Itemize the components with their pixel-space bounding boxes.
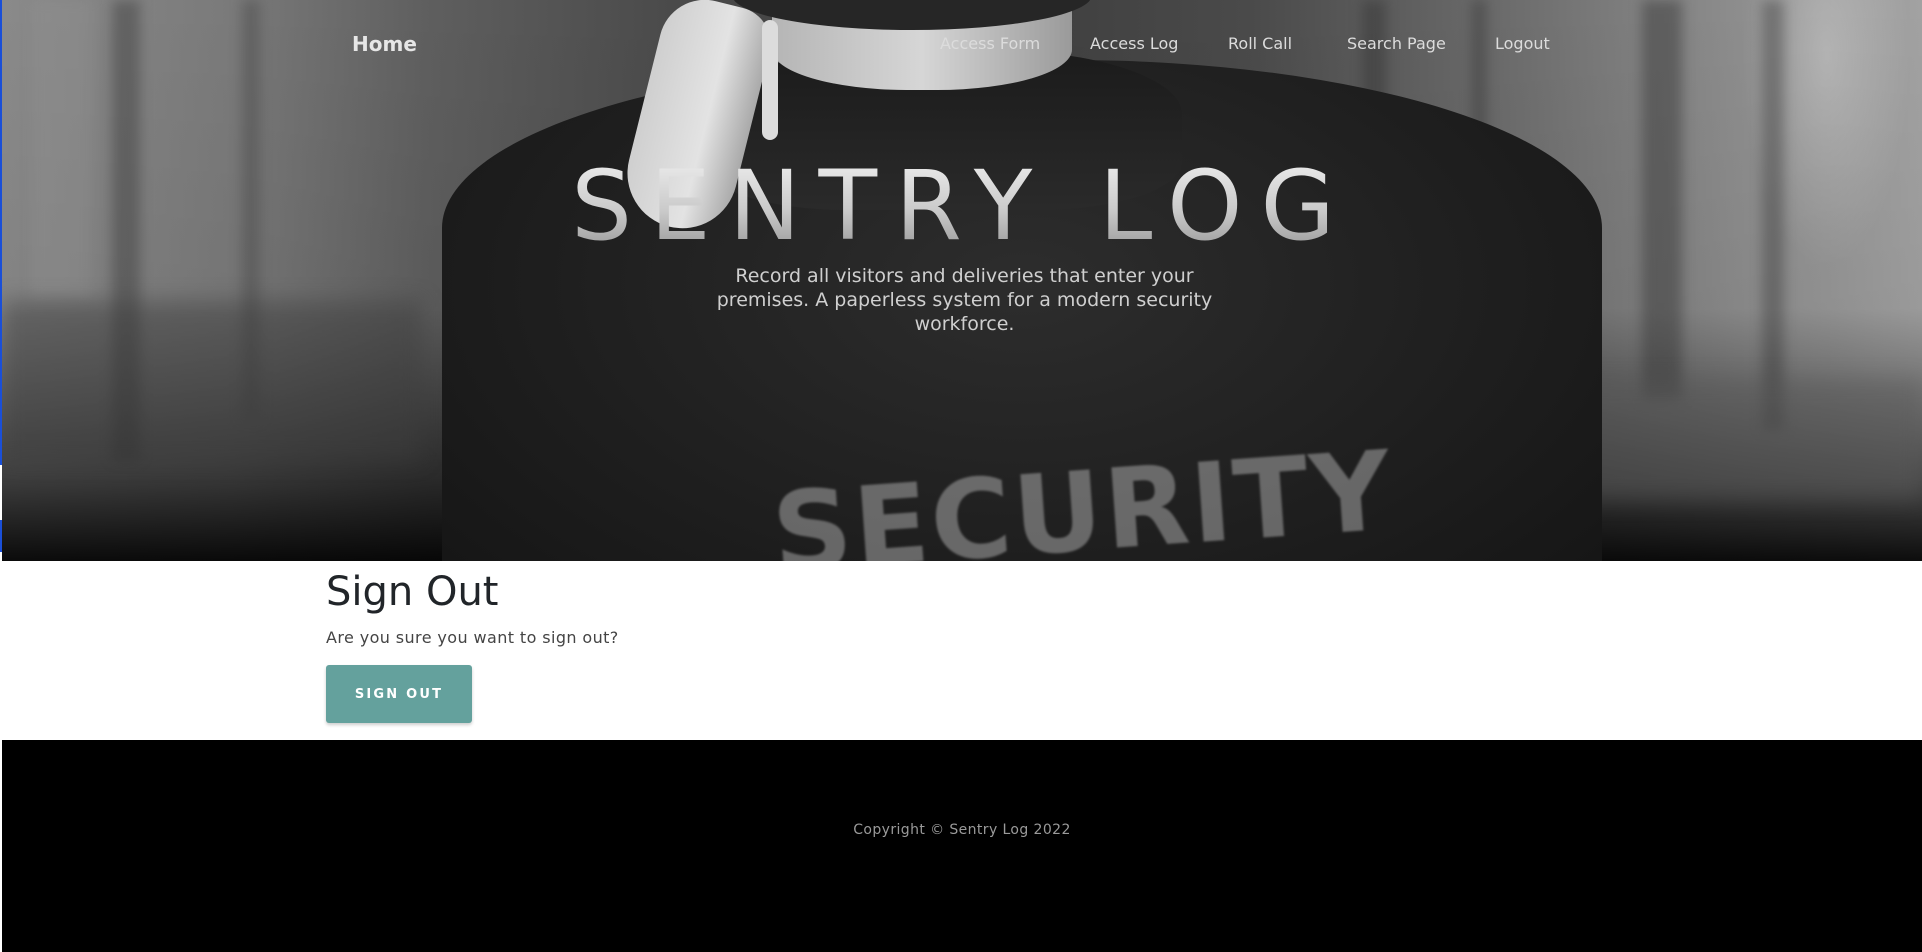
sign-out-prompt: Are you sure you want to sign out? xyxy=(326,628,619,647)
left-edge-strip xyxy=(0,0,2,465)
hero-title: SENTRY LOG xyxy=(2,150,1922,262)
hero-section: SECURITY Home Access Form Access Log Rol… xyxy=(2,0,1922,561)
copyright-text: Copyright © Sentry Log 2022 xyxy=(853,822,1071,838)
sign-out-button[interactable]: SIGN OUT xyxy=(326,665,472,723)
nav-link-access-form[interactable]: Access Form xyxy=(940,34,1040,53)
nav-home-link[interactable]: Home xyxy=(352,32,417,56)
footer: Copyright © Sentry Log 2022 xyxy=(2,740,1922,952)
nav-link-search-page[interactable]: Search Page xyxy=(1347,34,1446,53)
page-title: Sign Out xyxy=(326,569,499,615)
sign-out-section: Sign Out Are you sure you want to sign o… xyxy=(2,561,1922,740)
nav-link-logout[interactable]: Logout xyxy=(1495,34,1550,53)
nav-link-roll-call[interactable]: Roll Call xyxy=(1228,34,1292,53)
hero-subtitle: Record all visitors and deliveries that … xyxy=(716,265,1213,335)
left-edge-strip-lower xyxy=(0,520,2,552)
nav-link-access-log[interactable]: Access Log xyxy=(1090,34,1178,53)
page: SECURITY Home Access Form Access Log Rol… xyxy=(0,0,1922,952)
